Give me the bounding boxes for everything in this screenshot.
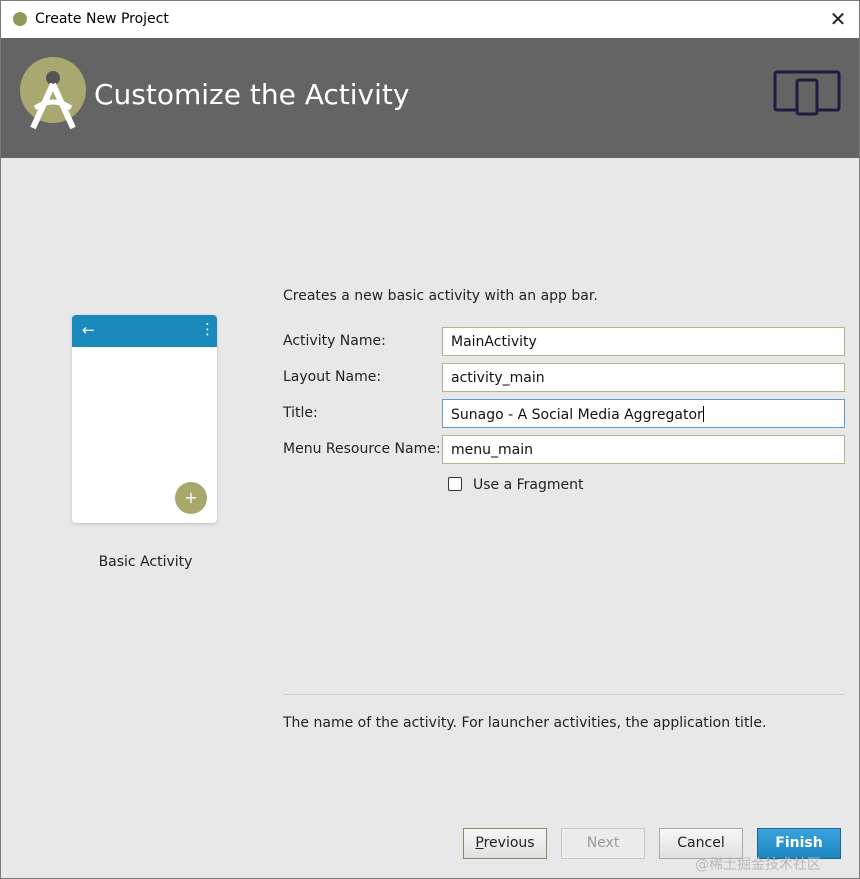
back-arrow-icon: ←: [82, 321, 95, 339]
title-label: Title:: [283, 405, 318, 421]
menu-resource-name-field[interactable]: menu_main: [442, 435, 845, 464]
title-field[interactable]: Sunago - A Social Media Aggregator: [442, 399, 845, 428]
close-icon[interactable]: ✕: [823, 5, 853, 33]
phone-tablet-icon: [773, 70, 841, 120]
create-project-dialog: Create New Project ✕ Customize the Activ…: [0, 0, 860, 879]
window-title: Create New Project: [35, 11, 169, 27]
overflow-menu-icon: ⋮: [200, 320, 215, 338]
preview-app-bar: ← ⋮: [72, 315, 217, 347]
title-value: Sunago - A Social Media Aggregator: [451, 407, 703, 423]
activity-name-value: MainActivity: [451, 334, 537, 350]
text-caret: [702, 406, 704, 422]
next-button[interactable]: Next: [561, 828, 645, 859]
layout-name-label: Layout Name:: [283, 369, 382, 385]
activity-name-field[interactable]: MainActivity: [442, 327, 845, 356]
layout-name-field[interactable]: activity_main: [442, 363, 845, 392]
activity-name-label: Activity Name:: [283, 333, 386, 349]
template-description: Creates a new basic activity with an app…: [283, 288, 598, 304]
previous-mnemonic: P: [475, 835, 484, 851]
previous-button[interactable]: Previous: [463, 828, 547, 859]
android-studio-small-icon: [13, 12, 27, 26]
menu-resource-name-label: Menu Resource Name:: [283, 441, 441, 457]
window-titlebar: Create New Project ✕: [1, 1, 859, 38]
activity-template-preview: ← ⋮ +: [72, 315, 217, 523]
use-fragment-label[interactable]: Use a Fragment: [473, 477, 584, 493]
header-banner: Customize the Activity: [1, 38, 859, 158]
divider: [283, 694, 845, 695]
android-studio-icon: [19, 56, 87, 136]
menu-resource-name-value: menu_main: [451, 442, 533, 458]
use-fragment-checkbox[interactable]: [448, 477, 462, 491]
page-heading: Customize the Activity: [94, 78, 410, 111]
template-name-label: Basic Activity: [98, 554, 193, 570]
help-text: The name of the activity. For launcher a…: [283, 715, 767, 731]
previous-label: revious: [483, 835, 535, 851]
watermark: @稀土掘金技术社区: [695, 857, 821, 873]
layout-name-value: activity_main: [451, 370, 545, 386]
floating-action-button-icon: +: [175, 482, 207, 514]
